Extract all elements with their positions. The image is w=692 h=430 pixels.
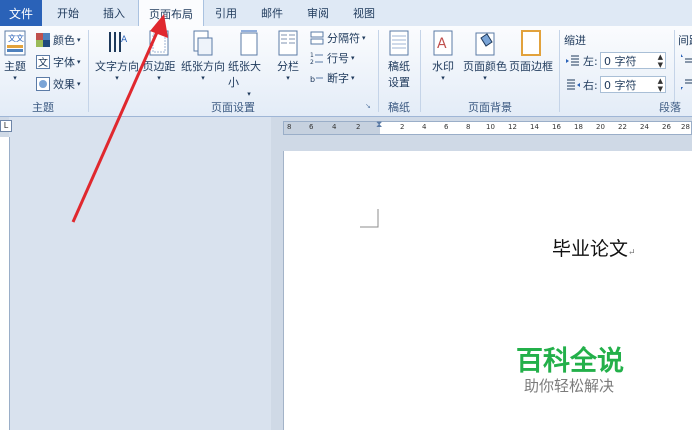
arrow-head-icon — [150, 14, 168, 38]
annotation-arrow — [71, 14, 168, 223]
